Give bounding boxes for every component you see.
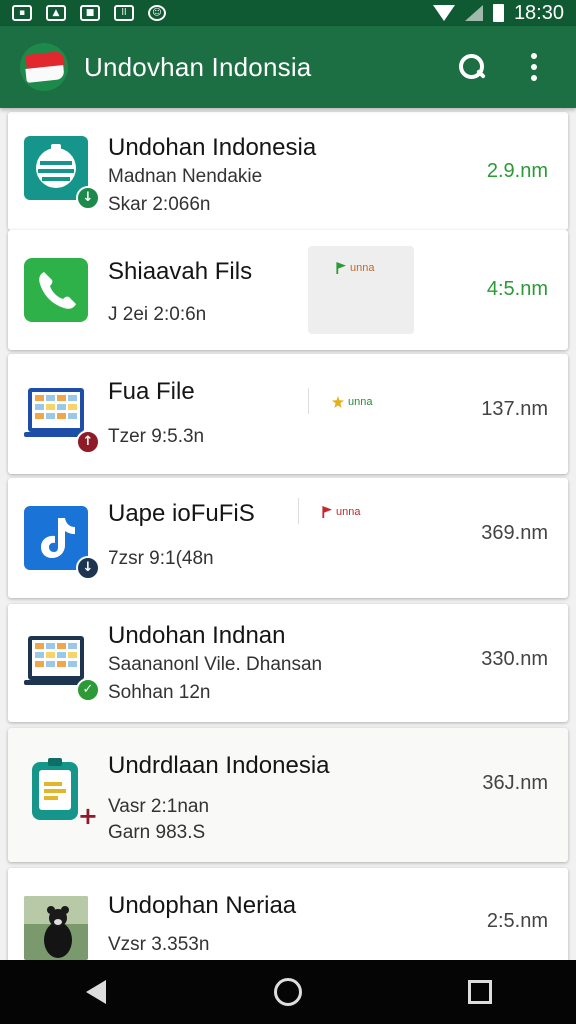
spreadsheet-icon: ↑ [24, 382, 100, 454]
download-icon: ↓ [76, 556, 100, 580]
file-meta: Sohhan 12n [108, 682, 211, 703]
app-bar: Undovhan Indonsia [0, 26, 576, 108]
clipboard-icon: + [24, 758, 98, 828]
status-bar: ▪ ▲ ■ ll ☺ 18:30 [0, 0, 576, 26]
recent-apps-icon [468, 980, 492, 1004]
battery-icon [492, 4, 504, 22]
flag-icon [322, 506, 332, 518]
file-meta: Garn 983.S [108, 822, 206, 843]
file-preview [308, 246, 414, 334]
back-icon [86, 980, 106, 1004]
list-item[interactable]: + Undrdlaan Indonesia Vasr 2:1nan Garn 9… [8, 728, 568, 862]
file-size: 2:5.nm [486, 910, 548, 932]
list-item[interactable]: ✓ Undohan Indnan Saananonl Vile. Dhansan… [8, 604, 568, 722]
home-icon [274, 978, 302, 1006]
home-button[interactable] [258, 967, 318, 1017]
file-meta: 7zsr 9:1(48n [108, 548, 214, 569]
file-list[interactable]: ↓ Undohan Indonesia Madnan Nendakie Skar… [0, 108, 576, 960]
status-tag: unna [320, 506, 360, 518]
status-tag: unna [332, 396, 372, 408]
flag-icon [336, 262, 346, 274]
list-item[interactable]: Shiaavah Fils J 2ei 2:0:6n unna 4:5.nm [8, 230, 568, 350]
file-size: 137.nm [481, 398, 548, 420]
file-subtitle: Saananonl Vile. Dhansan [108, 654, 323, 675]
document-icon: ↓ [24, 136, 100, 210]
list-item[interactable]: Undophan Neriaa Vzsr 3.353n 2:5.nm [8, 868, 568, 960]
list-item[interactable]: ↑ Fua File Tzer 9:5.3n unna 137.nm [8, 354, 568, 474]
file-meta: J 2ei 2:0:6n [108, 304, 207, 325]
file-meta: Skar 2:066n [108, 194, 211, 215]
star-icon [332, 396, 344, 408]
file-title: Undophan Neriaa [108, 892, 297, 919]
file-meta: Vzsr 3.353n [108, 934, 210, 955]
status-icons-left: ▪ ▲ ■ ll ☺ [12, 5, 166, 21]
file-size: 369.nm [481, 522, 548, 544]
file-title: Uape ioFuFiS [108, 500, 255, 527]
file-title: Undohan Indonesia [108, 134, 317, 161]
phone-icon: ■ [80, 5, 100, 21]
file-title: Undrdlaan Indonesia [108, 752, 330, 779]
status-tag: unna [334, 262, 374, 274]
file-size: 2.9.nm [486, 160, 548, 182]
cell-signal-icon [464, 5, 483, 21]
file-size: 4:5.nm [486, 278, 548, 300]
file-title: Shiaavah Fils [108, 258, 253, 285]
file-size: 330.nm [481, 648, 548, 670]
indonesia-flag-icon [20, 43, 68, 91]
app-title: Undovhan Indonsia [84, 51, 312, 82]
phone-app-icon [24, 258, 88, 322]
file-title: Undohan Indnan [108, 622, 286, 649]
file-subtitle: Vasr 2:1nan [108, 796, 210, 817]
wifi-icon [432, 5, 455, 21]
more-vert-icon [531, 53, 537, 81]
list-item[interactable]: ↓ Uape ioFuFiS 7zsr 9:1(48n unna 369.nm [8, 478, 568, 598]
image-thumbnail-icon [24, 896, 88, 960]
image-icon: ▲ [46, 5, 66, 21]
whatsapp-icon: ☺ [148, 5, 166, 21]
sim-icon: ▪ [12, 5, 32, 21]
search-icon [459, 54, 486, 80]
download-icon: ↓ [76, 186, 100, 210]
spreadsheet-icon: ✓ [24, 630, 100, 702]
check-icon: ✓ [76, 678, 100, 702]
back-button[interactable] [66, 967, 126, 1017]
search-button[interactable] [450, 45, 494, 89]
divider [308, 388, 309, 414]
clock: 18:30 [513, 1, 564, 24]
file-meta: Tzer 9:5.3n [108, 426, 205, 447]
file-subtitle: Madnan Nendakie [108, 166, 263, 187]
more-options-button[interactable] [512, 45, 556, 89]
signal-icon: ll [114, 5, 134, 21]
list-item[interactable]: ↓ Undohan Indonesia Madnan Nendakie Skar… [8, 112, 568, 230]
recent-apps-button[interactable] [450, 967, 510, 1017]
file-title: Fua File [108, 378, 195, 405]
divider [298, 498, 299, 524]
file-size: 36J.nm [482, 772, 548, 794]
upload-icon: ↑ [76, 430, 100, 454]
plus-icon: + [77, 802, 98, 830]
music-note-icon: ↓ [24, 506, 100, 580]
status-icons-right: 18:30 [432, 1, 564, 25]
navigation-bar [0, 960, 576, 1024]
